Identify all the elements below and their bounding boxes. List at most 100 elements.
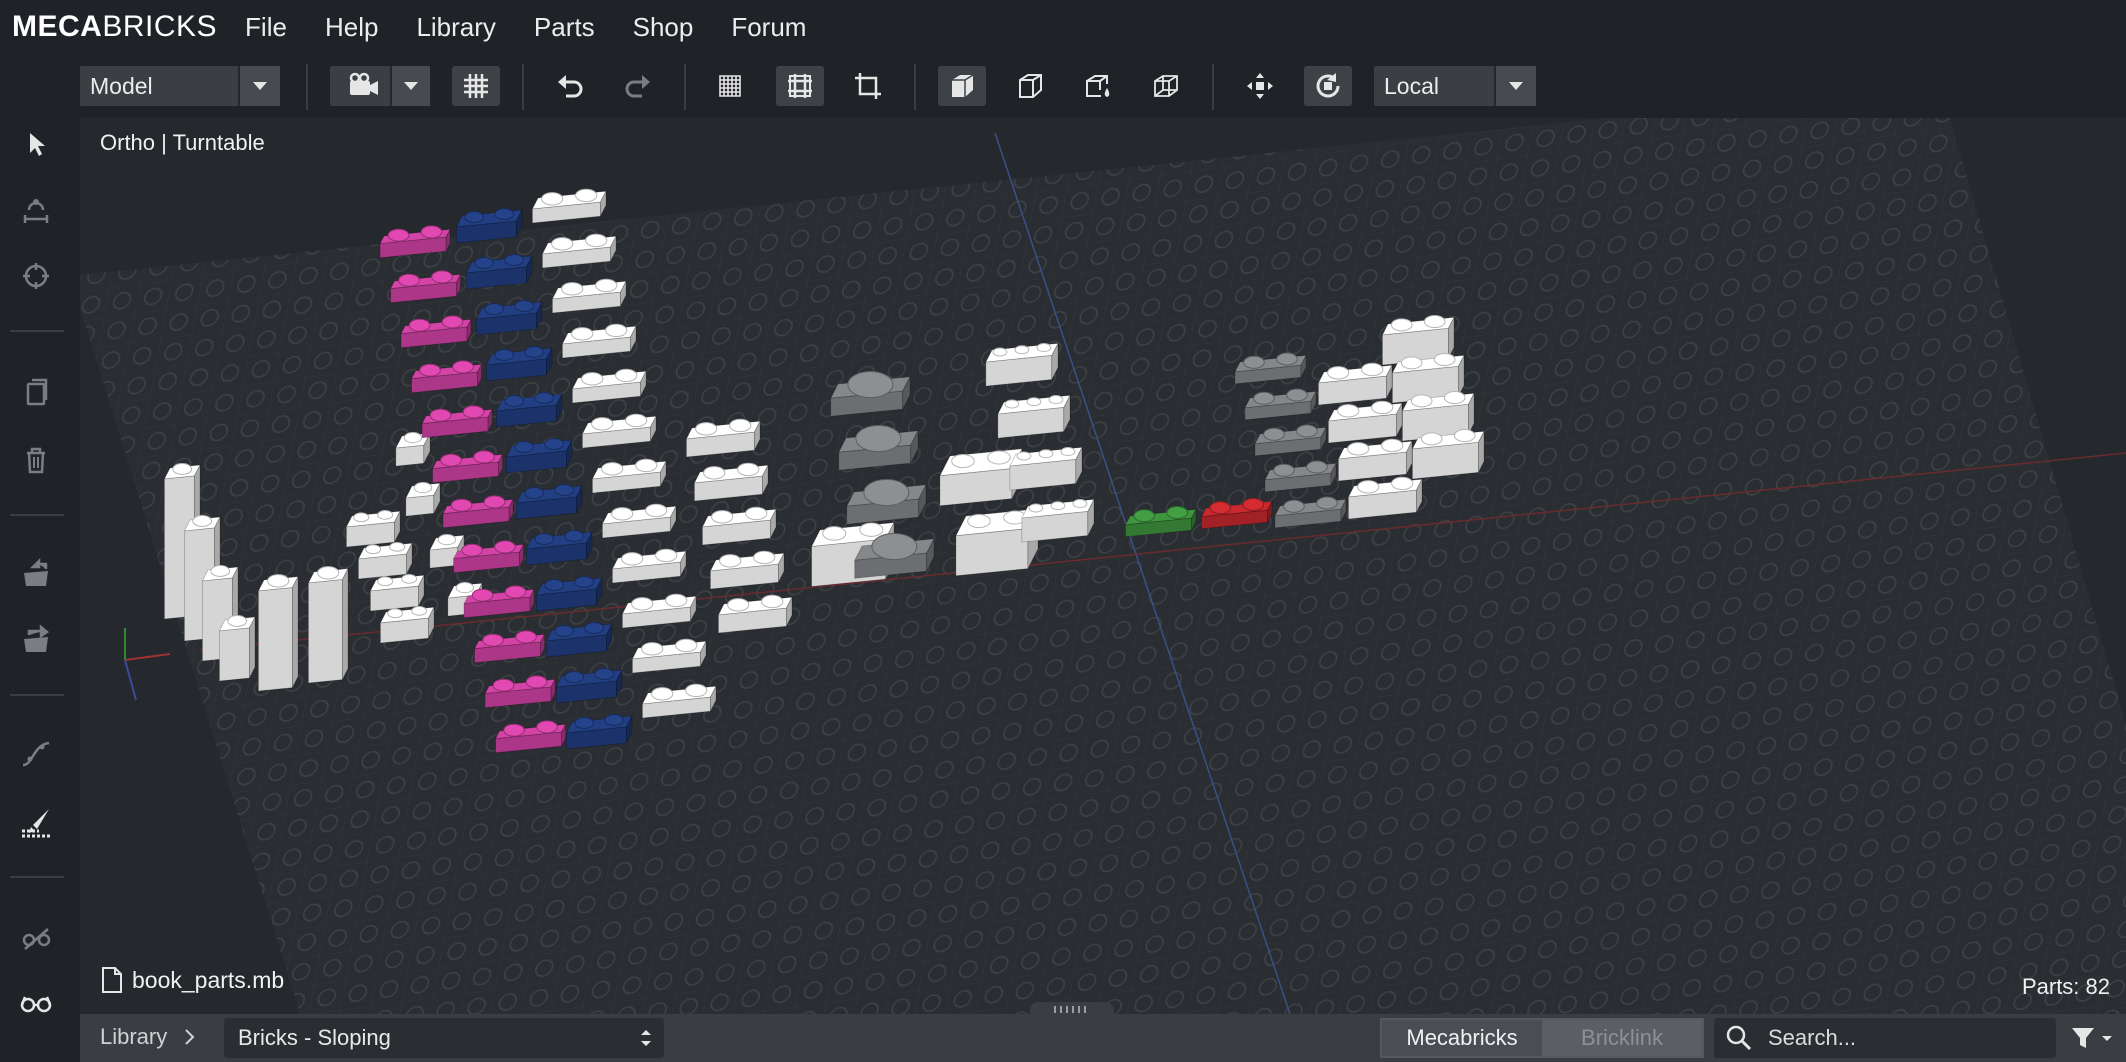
menu-shop[interactable]: Shop (633, 12, 694, 43)
slope-brick[interactable] (218, 615, 256, 682)
measure-icon (23, 199, 49, 223)
brick-stud (544, 579, 565, 591)
white-brick[interactable] (357, 542, 413, 580)
brick-stud (737, 462, 760, 477)
hide-icon (22, 928, 51, 950)
wireframe-button[interactable] (1006, 66, 1054, 106)
menu-file[interactable]: File (245, 12, 287, 43)
white-round-plate[interactable] (1009, 446, 1083, 491)
transparent-shading-button[interactable] (1142, 66, 1190, 106)
grid-toggle-button[interactable] (452, 66, 500, 106)
white-round-plate[interactable] (985, 342, 1059, 387)
toolbar-divider (914, 64, 916, 110)
parts-count: Parts: 82 (2021, 974, 2110, 999)
3d-viewport[interactable]: Ortho | Turntable book_parts.mb Parts: 8… (80, 118, 2126, 1014)
menu-library[interactable]: Library (416, 12, 495, 43)
transparent-shading-icon (1154, 75, 1178, 97)
white-brick[interactable] (345, 510, 401, 548)
brick-stud (1166, 505, 1189, 519)
brick-stud (437, 534, 457, 546)
file-icon (102, 967, 122, 993)
brick-stud (1072, 499, 1088, 509)
undo-button[interactable] (546, 66, 594, 106)
main-toolbar: Model Local (0, 54, 2126, 118)
target-tool-button[interactable] (14, 254, 58, 298)
paint-tool-button[interactable] (14, 800, 58, 844)
search-input[interactable] (1766, 1024, 2040, 1052)
white-brick[interactable] (1317, 362, 1393, 406)
source-tab-mecabricks[interactable]: Mecabricks (1382, 1020, 1542, 1056)
toolbar-divider (1212, 64, 1214, 110)
white-brick[interactable] (379, 606, 435, 644)
select-tool-button[interactable] (14, 122, 58, 166)
paint-shading-button[interactable] (1074, 66, 1122, 106)
category-select-value: Bricks - Sloping (238, 1025, 391, 1050)
brick-stud (482, 633, 504, 647)
fine-grid-button[interactable] (706, 66, 754, 106)
measure-tool-button[interactable] (14, 188, 58, 232)
category-select[interactable]: Bricks - Sloping (224, 1018, 664, 1058)
brick-stud (1263, 427, 1285, 441)
export-button[interactable] (14, 618, 58, 662)
rotate-button[interactable] (1304, 66, 1352, 106)
slope-brick[interactable] (257, 574, 299, 692)
coarse-grid-button[interactable] (776, 66, 824, 106)
camera-select[interactable] (330, 66, 430, 106)
white-brick[interactable] (1347, 476, 1423, 520)
axis-gizmo (124, 628, 171, 701)
brick-stud (1283, 499, 1305, 513)
chevron-down-icon[interactable] (238, 66, 280, 106)
chevron-down-icon[interactable] (390, 66, 430, 106)
brick-stud (387, 228, 410, 242)
brick-stud (494, 540, 516, 554)
white-round-plate[interactable] (1021, 498, 1095, 543)
scene-canvas[interactable] (80, 118, 2126, 1014)
delete-button[interactable] (14, 438, 58, 482)
brick-stud (992, 347, 1008, 357)
white-brick[interactable] (405, 482, 441, 517)
paint-shading-icon (1086, 75, 1110, 97)
import-button[interactable] (14, 552, 58, 596)
app-logo[interactable]: MECABRICKS (12, 10, 217, 44)
brick-stud (210, 565, 231, 577)
camera-icon (330, 72, 390, 100)
brick-stud (1286, 388, 1308, 402)
move-button[interactable] (1236, 66, 1284, 106)
crop-button[interactable] (844, 66, 892, 106)
brick-stud (859, 522, 884, 537)
brick-stud (504, 254, 525, 266)
white-brick[interactable] (531, 188, 607, 224)
brick-stud (1276, 352, 1298, 366)
menu-forum[interactable]: Forum (731, 12, 806, 43)
space-select[interactable]: Local (1374, 66, 1536, 106)
brick-stud (441, 315, 464, 329)
hide-tool-button[interactable] (14, 914, 58, 958)
source-tab-bricklink[interactable]: Bricklink (1542, 1020, 1702, 1056)
redo-icon (625, 75, 650, 98)
view-glasses-button[interactable] (14, 980, 58, 1024)
menu-help[interactable]: Help (325, 12, 378, 43)
mode-select[interactable]: Model (80, 66, 280, 106)
white-brick[interactable] (369, 574, 425, 612)
brick-stud (413, 482, 433, 494)
white-tall-brick[interactable] (1411, 429, 1485, 480)
brick-stud (514, 300, 535, 312)
brick-stud (389, 542, 406, 552)
solid-shading-button[interactable] (938, 66, 986, 106)
white-brick[interactable] (1327, 400, 1403, 444)
white-brick[interactable] (1337, 438, 1413, 482)
curve-tool-button[interactable] (14, 732, 58, 776)
filter-icon (2072, 1028, 2112, 1048)
copy-icon (26, 378, 48, 406)
breadcrumb-library[interactable]: Library (100, 1024, 167, 1050)
filter-button[interactable] (2064, 1018, 2122, 1058)
slope-brick[interactable] (307, 566, 349, 684)
copy-button[interactable] (14, 370, 58, 414)
brick-stud (1060, 447, 1076, 457)
menu-parts[interactable]: Parts (534, 12, 595, 43)
white-round-plate[interactable] (997, 394, 1071, 439)
undo-icon (558, 75, 583, 98)
chevron-down-icon[interactable] (1494, 66, 1536, 106)
view-mode-label[interactable]: Ortho | Turntable (100, 130, 265, 156)
redo-button[interactable] (614, 66, 662, 106)
